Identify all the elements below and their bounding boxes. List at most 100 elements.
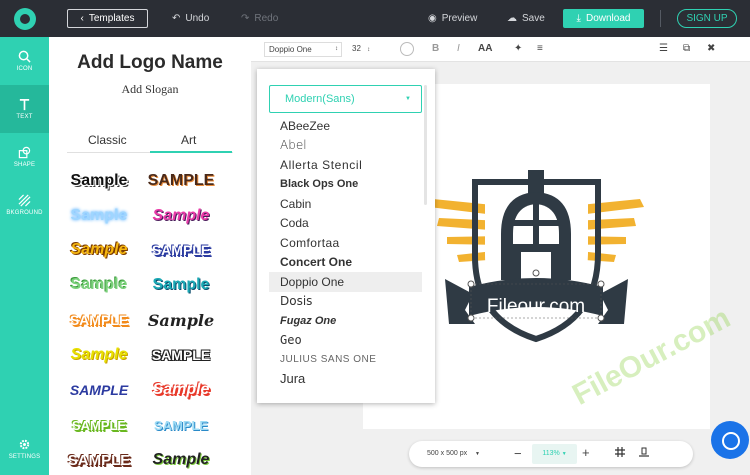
font-option[interactable]: Comfortaa bbox=[269, 233, 422, 253]
tab-art[interactable]: Art bbox=[181, 133, 196, 147]
text-style-sample[interactable]: Sample bbox=[66, 203, 132, 229]
grid-icon[interactable] bbox=[615, 447, 625, 459]
font-option[interactable]: Cabin bbox=[269, 194, 422, 214]
rail-item-background[interactable]: BKGROUND bbox=[0, 181, 49, 229]
add-slogan[interactable]: Add Slogan bbox=[49, 82, 251, 97]
layers-icon[interactable]: ☰ bbox=[659, 43, 668, 54]
text-style-sample[interactable]: Sample bbox=[66, 272, 132, 298]
text-style-sample[interactable]: SAMPLE bbox=[148, 342, 214, 368]
text-style-sample[interactable]: Sample bbox=[148, 447, 214, 473]
line-spacing-icon[interactable]: ≡ bbox=[537, 43, 543, 54]
text-style-sample[interactable]: SAMPLE bbox=[148, 237, 214, 263]
left-rail: ICON TEXT SHAPE BKGROUND SETTINGS bbox=[0, 37, 49, 475]
font-option[interactable]: Geo bbox=[269, 330, 422, 350]
text-icon bbox=[19, 99, 30, 111]
font-option-selected[interactable]: Doppio One bbox=[269, 272, 422, 292]
text-style-sample[interactable]: Sample bbox=[148, 377, 214, 403]
italic-icon[interactable]: I bbox=[457, 43, 460, 54]
redo-icon: ↷ bbox=[241, 13, 250, 24]
align-bottom-icon[interactable] bbox=[639, 447, 649, 459]
redo-button[interactable]: ↷ Redo bbox=[241, 9, 278, 28]
chevron-left-icon: ‹ bbox=[80, 13, 84, 24]
download-button[interactable]: ⤓ Download bbox=[563, 9, 644, 28]
save-button[interactable]: ☁ Save bbox=[507, 9, 545, 28]
magic-wand-icon[interactable]: ✦ bbox=[514, 43, 522, 54]
add-logo-name[interactable]: Add Logo Name bbox=[49, 52, 251, 74]
preview-button[interactable]: ◉ Preview bbox=[428, 9, 477, 28]
undo-icon: ↶ bbox=[172, 13, 181, 24]
format-toolbar: Doppio One ↕ 32 ↕ B I AA ✦ ≡ ☰ ⧉ ✖ bbox=[251, 37, 750, 62]
signup-button[interactable]: SIGN UP bbox=[677, 9, 737, 28]
zoom-level-select[interactable]: 113% ▼ bbox=[532, 444, 577, 464]
text-style-sample[interactable]: SAMPLE bbox=[66, 412, 132, 438]
text-color-picker[interactable] bbox=[400, 42, 414, 56]
font-option[interactable]: Coda bbox=[269, 213, 422, 233]
canvas-size-select[interactable]: 500 x 500 px ▼ bbox=[427, 450, 480, 457]
text-style-sample[interactable]: Sample bbox=[148, 307, 214, 333]
rail-label: BKGROUND bbox=[6, 210, 43, 216]
logo-text[interactable]: Fileour.com bbox=[487, 296, 585, 317]
helmet-cross-bar bbox=[513, 220, 559, 226]
rail-item-icon[interactable]: ICON bbox=[0, 37, 49, 85]
text-style-sample[interactable]: SAMPLE bbox=[148, 168, 215, 194]
tab-classic[interactable]: Classic bbox=[88, 133, 127, 147]
shape-icon bbox=[18, 146, 31, 159]
chat-icon[interactable] bbox=[711, 421, 749, 459]
trash-icon[interactable]: ✖ bbox=[707, 43, 715, 54]
font-option[interactable]: Allerta Stencil bbox=[269, 155, 422, 175]
rail-item-settings[interactable]: SETTINGS bbox=[0, 425, 49, 473]
font-dropdown: Modern(Sans) ▼ ABeeZee Abel Allerta Sten… bbox=[257, 69, 435, 403]
signup-label: SIGN UP bbox=[686, 13, 728, 24]
search-icon bbox=[18, 50, 31, 63]
font-option[interactable]: Dosis bbox=[269, 291, 422, 311]
zoom-out-button[interactable]: − bbox=[514, 446, 522, 461]
text-style-sample[interactable]: Sample bbox=[66, 168, 132, 194]
duplicate-icon[interactable]: ⧉ bbox=[683, 43, 690, 54]
font-category-select[interactable]: Modern(Sans) ▼ bbox=[269, 85, 422, 113]
selection-handle bbox=[467, 314, 475, 322]
rail-label: ICON bbox=[16, 66, 33, 72]
rail-item-shape[interactable]: SHAPE bbox=[0, 133, 49, 181]
font-option[interactable]: Fugaz One bbox=[269, 311, 422, 331]
text-style-sample[interactable]: SAMPLE bbox=[66, 447, 132, 473]
font-option[interactable]: JULIUS SANS ONE bbox=[269, 350, 422, 370]
font-family-select[interactable]: Doppio One ↕ bbox=[264, 42, 342, 57]
text-style-sample[interactable]: SAMPLE bbox=[66, 307, 132, 333]
selection-handle bbox=[597, 280, 605, 288]
helmet-crest bbox=[528, 170, 544, 194]
rail-item-text[interactable]: TEXT bbox=[0, 85, 49, 133]
text-style-sample[interactable]: Sample bbox=[148, 272, 214, 298]
font-option[interactable]: ABeeZee bbox=[269, 116, 422, 136]
save-label: Save bbox=[522, 13, 545, 24]
font-size-value: 32 bbox=[352, 44, 361, 53]
text-style-sample[interactable]: Sample bbox=[148, 203, 214, 229]
chevron-updown-icon: ↕ bbox=[335, 46, 338, 52]
font-option[interactable]: Black Ops One bbox=[269, 174, 422, 194]
font-size-input[interactable]: 32 ↕ bbox=[352, 44, 370, 53]
templates-button[interactable]: ‹ Templates bbox=[67, 9, 148, 28]
font-option[interactable]: Abel bbox=[269, 135, 422, 155]
text-case-icon[interactable]: AA bbox=[478, 43, 492, 54]
rotate-handle bbox=[532, 269, 540, 277]
text-panel: Add Logo Name Add Slogan Classic Art Sam… bbox=[49, 37, 251, 475]
font-option[interactable]: Concert One bbox=[269, 252, 422, 272]
bold-icon[interactable]: B bbox=[432, 43, 439, 54]
rail-label: SETTINGS bbox=[8, 454, 41, 460]
tab-active-indicator bbox=[150, 151, 232, 153]
canvas-size-value: 500 x 500 px bbox=[427, 450, 468, 457]
cloud-upload-icon: ☁ bbox=[507, 13, 517, 24]
download-label: Download bbox=[585, 13, 631, 24]
redo-label: Redo bbox=[254, 13, 279, 24]
caret-down-icon: ▼ bbox=[405, 96, 411, 102]
background-icon bbox=[18, 194, 31, 207]
text-style-sample[interactable]: SAMPLE bbox=[148, 412, 214, 438]
caret-down-icon: ▼ bbox=[475, 451, 480, 457]
zoom-in-button[interactable]: + bbox=[582, 445, 590, 460]
dropdown-scrollbar[interactable] bbox=[424, 85, 427, 205]
text-style-sample[interactable]: SAMPLE bbox=[66, 377, 132, 403]
app-logo[interactable] bbox=[14, 8, 36, 30]
undo-button[interactable]: ↶ Undo bbox=[172, 9, 209, 28]
text-style-sample[interactable]: Sample bbox=[66, 342, 132, 368]
text-style-sample[interactable]: Sample bbox=[66, 237, 132, 263]
font-option[interactable]: Jura bbox=[269, 369, 422, 389]
